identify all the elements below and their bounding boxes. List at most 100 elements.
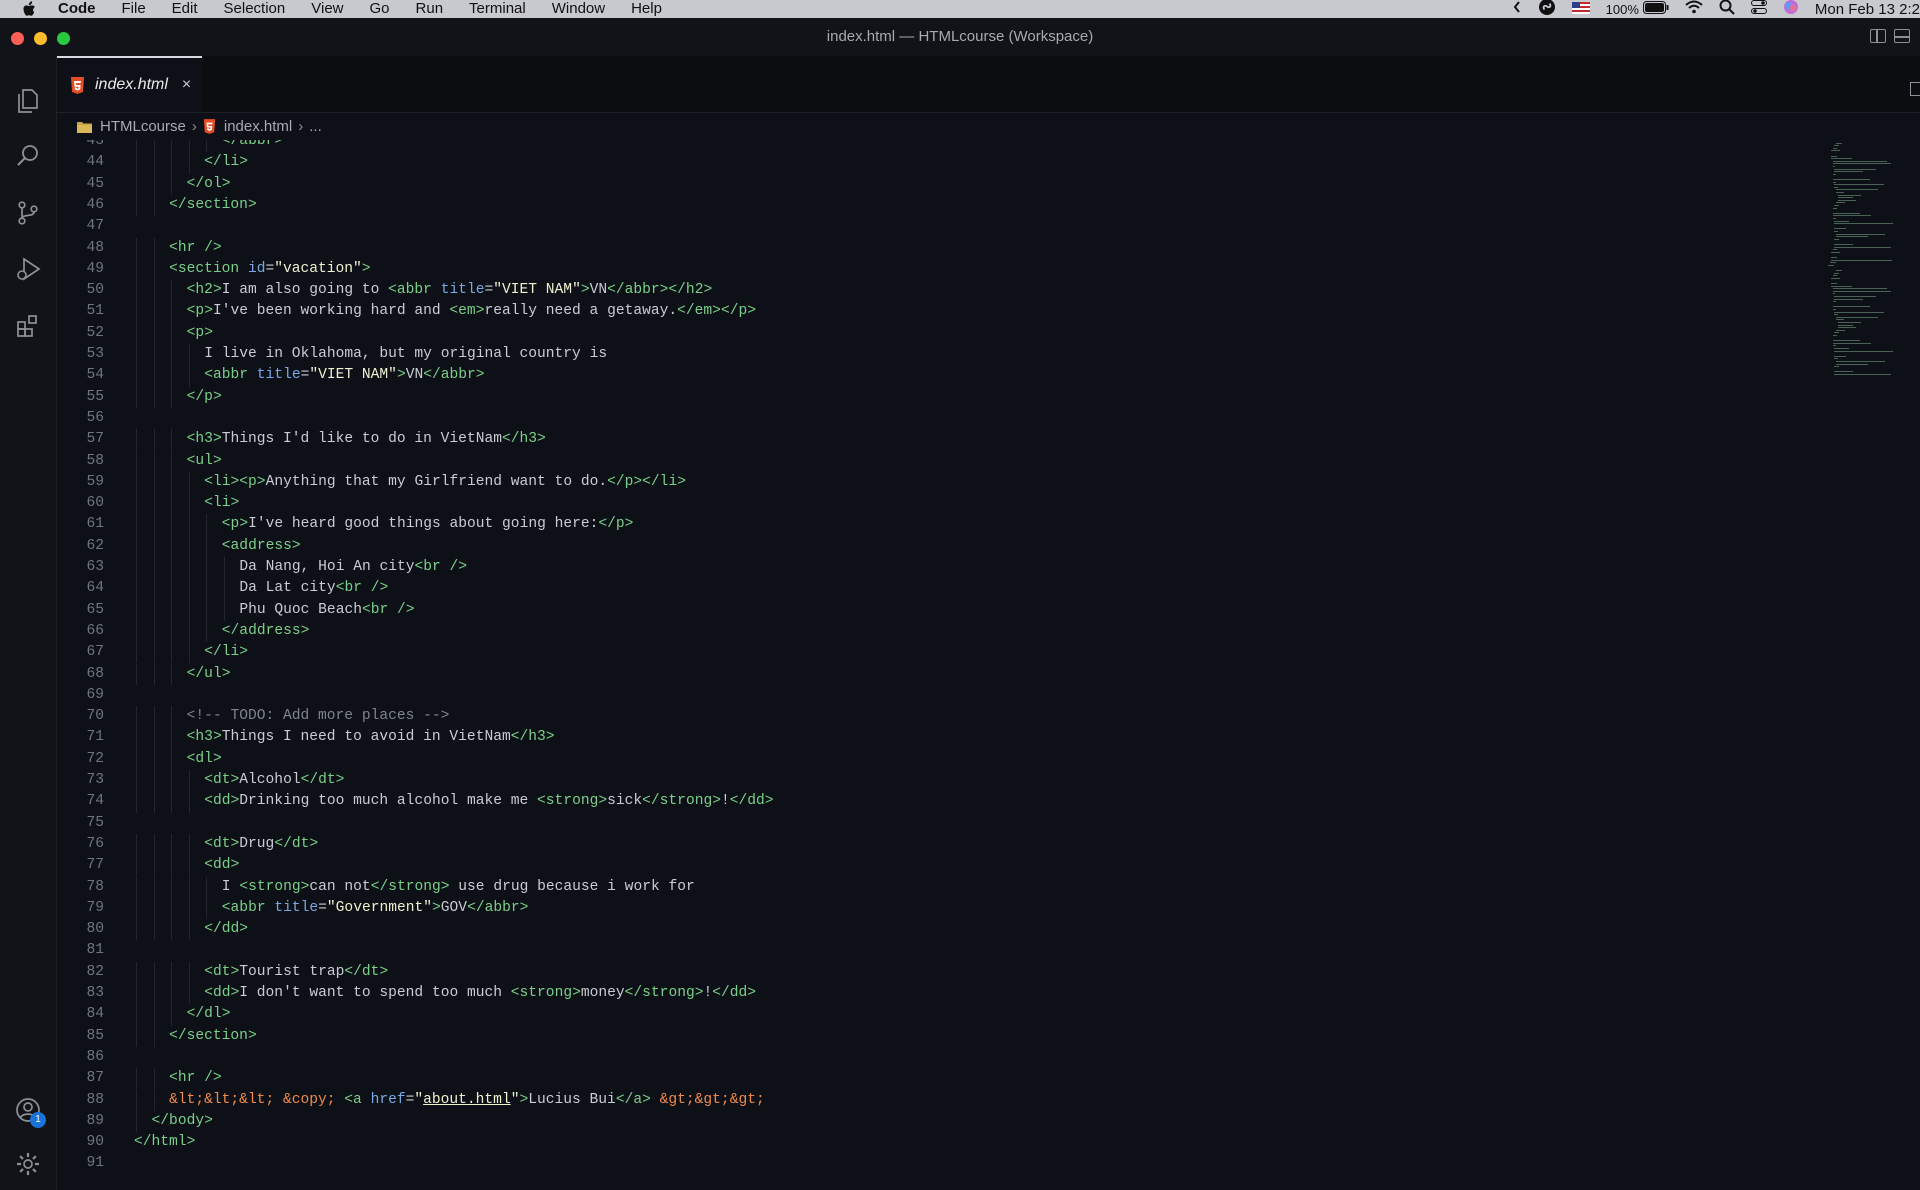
control-center-icon[interactable] [1750,0,1767,18]
code-line[interactable]: 64 Da Lat city<br /> [57,578,1757,600]
code-line[interactable]: 76 <dt>Drug</dt> [57,833,1757,856]
indent-guide [206,535,208,557]
gear-icon[interactable] [12,1148,44,1180]
indent-guide [153,876,155,898]
code-line[interactable]: 62 <address> [57,535,1757,557]
code-line[interactable]: 71 <h3>Things I need to avoid in VietNam<… [57,727,1757,749]
menu-app-name[interactable]: Code [58,0,96,18]
code-line[interactable]: 47 [57,216,1757,237]
split-editor-icon[interactable] [1910,82,1920,96]
indent-guide [171,301,173,323]
code-line[interactable]: 57 <h3>Things I'd like to do in VietNam</… [57,429,1757,451]
menu-go[interactable]: Go [370,0,390,18]
code-editor[interactable]: 43 </abbr> 44 </li> 45 </ol> 46 </section> 47 48 <… [57,140,1822,1190]
indent-guide [206,140,208,153]
code-line[interactable]: 83 <dd>I don't want to spend too much <st… [57,983,1757,1005]
line-number: 44 [86,154,104,171]
code-line[interactable]: 81 [57,940,1757,961]
minimap-line [1836,202,1845,204]
code-line[interactable]: 74 <dd>Drinking too much alcohol make me … [57,791,1757,813]
code-line[interactable]: 44 </li> [57,152,1757,174]
code-line[interactable]: 68 </ul> [57,663,1757,685]
breadcrumb-folder[interactable]: HTMLcourse [100,118,186,135]
code-line[interactable]: 90 </html> [57,1132,1757,1153]
extensions-icon[interactable] [12,310,44,342]
code-line[interactable]: 49 <section id="vacation"> [57,258,1757,281]
breadcrumb-file[interactable]: index.html [224,118,292,135]
code-line[interactable]: 43 </abbr> [57,140,1757,153]
minimap-line [1832,166,1836,167]
code-line[interactable]: 67 </li> [57,642,1757,664]
menu-file[interactable]: File [122,0,146,18]
indent-guide [136,1004,137,1026]
run-debug-icon[interactable] [12,253,44,285]
code-line[interactable]: 89 </body> [57,1110,1757,1133]
code-line[interactable]: 52 <p> [57,322,1757,344]
code-line[interactable]: 79 <abbr title="Government">GOV</abbr> [57,897,1757,920]
source-control-icon[interactable] [12,197,44,229]
us-flag-icon[interactable] [1571,1,1590,18]
menu-help[interactable]: Help [631,0,662,18]
menu-window[interactable]: Window [552,0,605,18]
code-line[interactable]: 88 &lt;&lt;&lt; &copy; <a href="about.htm… [57,1089,1757,1111]
code-line[interactable]: 70 <!-- TODO: Add more places --> [57,706,1757,728]
siri-icon[interactable] [1783,0,1799,19]
code-line[interactable]: 63 Da Nang, Hoi An city<br /> [57,557,1757,579]
indent-guide [171,833,173,856]
code-line[interactable]: 45 </ol> [57,173,1757,195]
wifi-icon[interactable] [1685,0,1703,18]
menu-edit[interactable]: Edit [172,0,198,18]
code-line[interactable]: 61 <p>I've heard good things about going … [57,514,1757,536]
code-line[interactable]: 56 [57,408,1757,429]
line-number: 46 [86,196,104,213]
code-line[interactable]: 50 <h2>I am also going to <abbr title="VI… [57,280,1757,302]
menu-run[interactable]: Run [416,0,444,18]
code-line[interactable]: 85 </section> [57,1025,1757,1047]
minimap-line [1831,285,1852,287]
explorer-icon[interactable] [12,84,44,116]
accounts-icon[interactable]: 1 [12,1094,46,1128]
menu-view[interactable]: View [311,0,343,18]
code-line[interactable]: 86 [57,1047,1757,1068]
code-line[interactable]: 51 <p>I've been working hard and <em>real… [57,301,1757,323]
code-line[interactable]: 59 <li><p>Anything that my Girlfriend wan… [57,471,1757,494]
battery-icon[interactable] [1642,0,1669,18]
indent-guide [136,833,137,856]
code-line[interactable]: 48 <hr /> [57,237,1757,259]
breadcrumb-more[interactable]: ... [309,118,322,135]
code-line[interactable]: 55 </p> [57,386,1757,408]
code-line[interactable]: 84 </dl> [57,1004,1757,1026]
code-line[interactable]: 75 [57,813,1757,834]
spotlight-search-icon[interactable] [1719,0,1735,19]
code-line[interactable]: 72 <dl> [57,748,1757,770]
tab-index-html[interactable]: index.html × [57,56,202,112]
code-line[interactable]: 54 <abbr title="VIET NAM">VN</abbr> [57,365,1757,387]
shazam-icon[interactable] [1538,0,1556,20]
toggle-sidebar-icon[interactable] [1870,29,1886,43]
code-line[interactable]: 66 </address> [57,620,1757,643]
chevron-left-icon[interactable] [1512,0,1522,18]
menu-bar-clock[interactable]: Mon Feb 13 2:2 [1815,1,1920,18]
code-line[interactable]: 73 <dt>Alcohol</dt> [57,770,1757,792]
code-line[interactable]: 91 [57,1153,1757,1174]
minimap[interactable] [1822,140,1920,380]
code-line[interactable]: 69 [57,685,1757,706]
code-line[interactable]: 60 <li> [57,493,1757,515]
code-line[interactable]: 82 <dt>Tourist trap</dt> [57,961,1757,983]
code-line[interactable]: 46 </section> [57,194,1757,217]
menu-selection[interactable]: Selection [224,0,286,18]
apple-icon[interactable] [22,0,44,18]
code-line[interactable]: 80 </dd> [57,919,1757,941]
line-number: 75 [86,814,104,831]
tab-close-icon[interactable]: × [182,76,191,94]
code-line[interactable]: 78 I <strong>can not</strong> use drug be… [57,876,1757,898]
search-icon[interactable] [12,140,44,172]
menu-terminal[interactable]: Terminal [469,0,526,18]
indent-guide [153,833,155,856]
code-line[interactable]: 58 <ul> [57,450,1757,472]
code-line[interactable]: 53 I live in Oklahoma, but my original co… [57,344,1757,366]
code-line[interactable]: 65 Phu Quoc Beach<br /> [57,599,1757,621]
code-line[interactable]: 87 <hr /> [57,1068,1757,1090]
code-line[interactable]: 77 <dd> [57,855,1757,877]
toggle-panel-icon[interactable] [1894,29,1910,43]
